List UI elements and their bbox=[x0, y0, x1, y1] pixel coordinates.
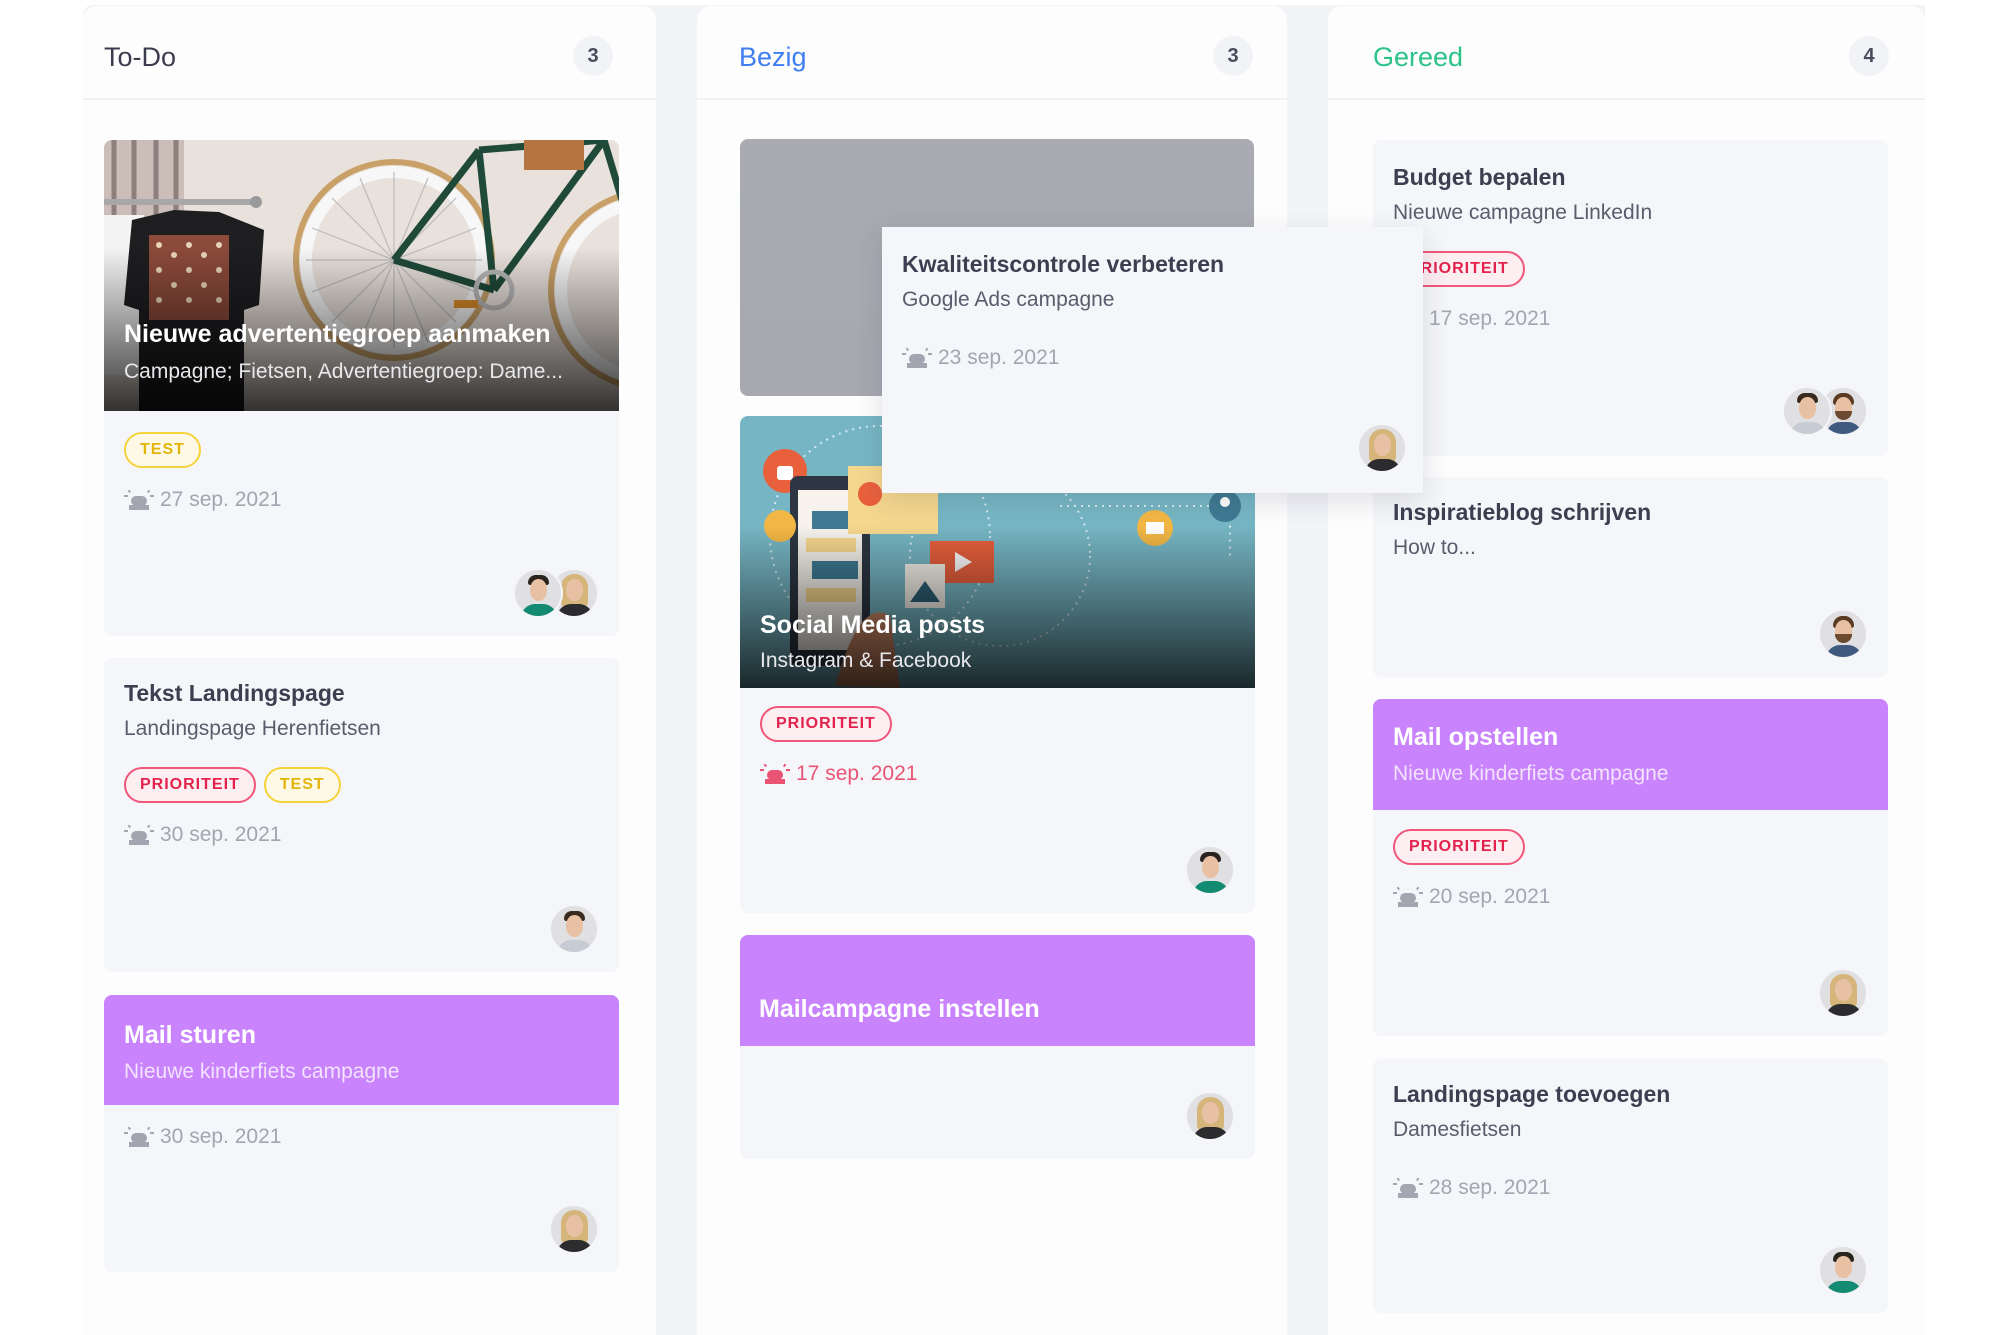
card-color-header: Mail opstellen Nieuwe kinderfiets campag… bbox=[1373, 699, 1888, 810]
tag-list: PRIORITEIT bbox=[1393, 829, 1868, 865]
avatar[interactable] bbox=[1818, 968, 1868, 1018]
card-cover-image: Nieuwe advertentiegroep aanmaken Campagn… bbox=[104, 140, 619, 411]
due-date-text: 17 sep. 2021 bbox=[796, 762, 918, 785]
tag-test[interactable]: TEST bbox=[263, 767, 341, 803]
tag-priority[interactable]: PRIORITEIT bbox=[1393, 829, 1525, 865]
avatar[interactable] bbox=[1185, 845, 1235, 895]
card-subtitle: Nieuwe kinderfiets campagne bbox=[1393, 762, 1669, 785]
avatar[interactable] bbox=[1185, 1091, 1235, 1141]
assignee-list bbox=[1357, 423, 1407, 473]
tag-list: PRIORITEIT TEST bbox=[124, 767, 599, 803]
column-title: Bezig bbox=[739, 42, 807, 72]
due-date-text: 17 sep. 2021 bbox=[1429, 307, 1551, 330]
task-card[interactable]: Landingspage toevoegen Damesfietsen 28 s… bbox=[1373, 1059, 1888, 1313]
card-title: Nieuwe advertentiegroep aanmaken bbox=[124, 320, 551, 348]
tag-priority[interactable]: PRIORITEIT bbox=[760, 706, 892, 742]
tag-list: TEST bbox=[124, 432, 599, 468]
assignee-list bbox=[1818, 1245, 1868, 1295]
tag-list: PRIORITEIT bbox=[760, 706, 1235, 742]
column-count-badge: 4 bbox=[1849, 36, 1889, 76]
card-subtitle: Damesfietsen bbox=[1393, 1118, 1522, 1141]
task-card[interactable]: Mail sturen Nieuwe kinderfiets campagne … bbox=[104, 995, 619, 1272]
assignee-list bbox=[1818, 609, 1868, 659]
card-subtitle: Instagram & Facebook bbox=[760, 649, 972, 672]
card-color-header: Mail sturen Nieuwe kinderfiets campagne bbox=[104, 995, 619, 1105]
card-title: Social Media posts bbox=[760, 611, 986, 639]
column-title: Gereed bbox=[1373, 42, 1464, 72]
due-date-text: 28 sep. 2021 bbox=[1429, 1176, 1551, 1199]
column-header: Gereed 4 bbox=[1328, 6, 1925, 100]
assignee-list bbox=[1782, 386, 1868, 436]
card-title: Budget bepalen bbox=[1393, 164, 1566, 190]
dragged-task-card[interactable]: Kwaliteitscontrole verbeteren Google Ads… bbox=[882, 227, 1423, 493]
due-date: 28 sep. 2021 bbox=[1393, 1176, 1868, 1200]
column-count-badge: 3 bbox=[573, 36, 613, 76]
column-header: To-Do 3 bbox=[83, 6, 656, 100]
task-card[interactable]: Mail opstellen Nieuwe kinderfiets campag… bbox=[1373, 699, 1888, 1036]
due-date: 23 sep. 2021 bbox=[902, 346, 1403, 370]
task-card[interactable]: Tekst Landingspage Landingspage Herenfie… bbox=[104, 658, 619, 972]
avatar[interactable] bbox=[1782, 386, 1832, 436]
assignee-list bbox=[513, 568, 599, 618]
due-date: 30 sep. 2021 bbox=[124, 1125, 599, 1149]
column-title: To-Do bbox=[104, 42, 177, 72]
card-title: Mail sturen bbox=[124, 1021, 256, 1049]
card-title: Mailcampagne instellen bbox=[759, 995, 1040, 1023]
card-subtitle: Nieuwe campagne LinkedIn bbox=[1393, 201, 1653, 224]
assignee-list bbox=[1818, 968, 1868, 1018]
task-card[interactable]: Nieuwe advertentiegroep aanmaken Campagn… bbox=[104, 140, 619, 636]
avatar[interactable] bbox=[1818, 1245, 1868, 1295]
due-date: 20 sep. 2021 bbox=[1393, 885, 1868, 909]
card-title: Landingspage toevoegen bbox=[1393, 1081, 1671, 1107]
task-card[interactable]: Budget bepalen Nieuwe campagne LinkedIn … bbox=[1373, 140, 1888, 456]
card-subtitle: How to... bbox=[1393, 536, 1476, 559]
column-header: Bezig 3 bbox=[697, 6, 1287, 100]
card-color-header: Mailcampagne instellen bbox=[740, 935, 1255, 1046]
due-date: 17 sep. 2021 bbox=[1393, 307, 1868, 331]
alarm-light-icon bbox=[124, 489, 154, 511]
due-date-text: 20 sep. 2021 bbox=[1429, 885, 1551, 908]
task-card[interactable]: Mailcampagne instellen bbox=[740, 935, 1255, 1159]
assignee-list bbox=[549, 1204, 599, 1254]
tag-list: PRIORITEIT bbox=[1393, 251, 1868, 287]
assignee-list bbox=[549, 904, 599, 954]
column-count-badge: 3 bbox=[1213, 36, 1253, 76]
avatar[interactable] bbox=[1818, 609, 1868, 659]
alarm-light-icon bbox=[1393, 1177, 1423, 1199]
avatar[interactable] bbox=[513, 568, 563, 618]
avatar[interactable] bbox=[549, 1204, 599, 1254]
avatar[interactable] bbox=[549, 904, 599, 954]
alarm-light-icon bbox=[124, 824, 154, 846]
alarm-light-icon bbox=[760, 763, 790, 785]
alarm-light-icon bbox=[124, 1126, 154, 1148]
tag-test[interactable]: TEST bbox=[124, 432, 201, 468]
card-subtitle: Nieuwe kinderfiets campagne bbox=[124, 1060, 400, 1083]
card-subtitle: Landingspage Herenfietsen bbox=[124, 717, 381, 740]
due-date-text: 30 sep. 2021 bbox=[160, 1125, 282, 1148]
card-subtitle: Google Ads campagne bbox=[902, 288, 1115, 311]
due-date-text: 27 sep. 2021 bbox=[160, 488, 282, 511]
card-title: Kwaliteitscontrole verbeteren bbox=[902, 251, 1225, 277]
due-date-text: 23 sep. 2021 bbox=[938, 346, 1060, 369]
card-title: Tekst Landingspage bbox=[124, 680, 345, 706]
alarm-light-icon bbox=[1393, 886, 1423, 908]
due-date: 30 sep. 2021 bbox=[124, 823, 599, 847]
due-date-overdue: 17 sep. 2021 bbox=[760, 762, 1235, 786]
avatar[interactable] bbox=[1357, 423, 1407, 473]
card-title: Inspiratieblog schrijven bbox=[1393, 499, 1652, 525]
due-date-text: 30 sep. 2021 bbox=[160, 823, 282, 846]
alarm-light-icon bbox=[902, 347, 932, 369]
assignee-list bbox=[1185, 1091, 1235, 1141]
card-title: Mail opstellen bbox=[1393, 723, 1559, 751]
assignee-list bbox=[1185, 845, 1235, 895]
card-subtitle: Campagne; Fietsen, Advertentiegroep: Dam… bbox=[124, 360, 563, 383]
due-date: 27 sep. 2021 bbox=[124, 488, 599, 512]
tag-priority[interactable]: PRIORITEIT bbox=[124, 767, 256, 803]
task-card[interactable]: Inspiratieblog schrijven How to... bbox=[1373, 477, 1888, 677]
